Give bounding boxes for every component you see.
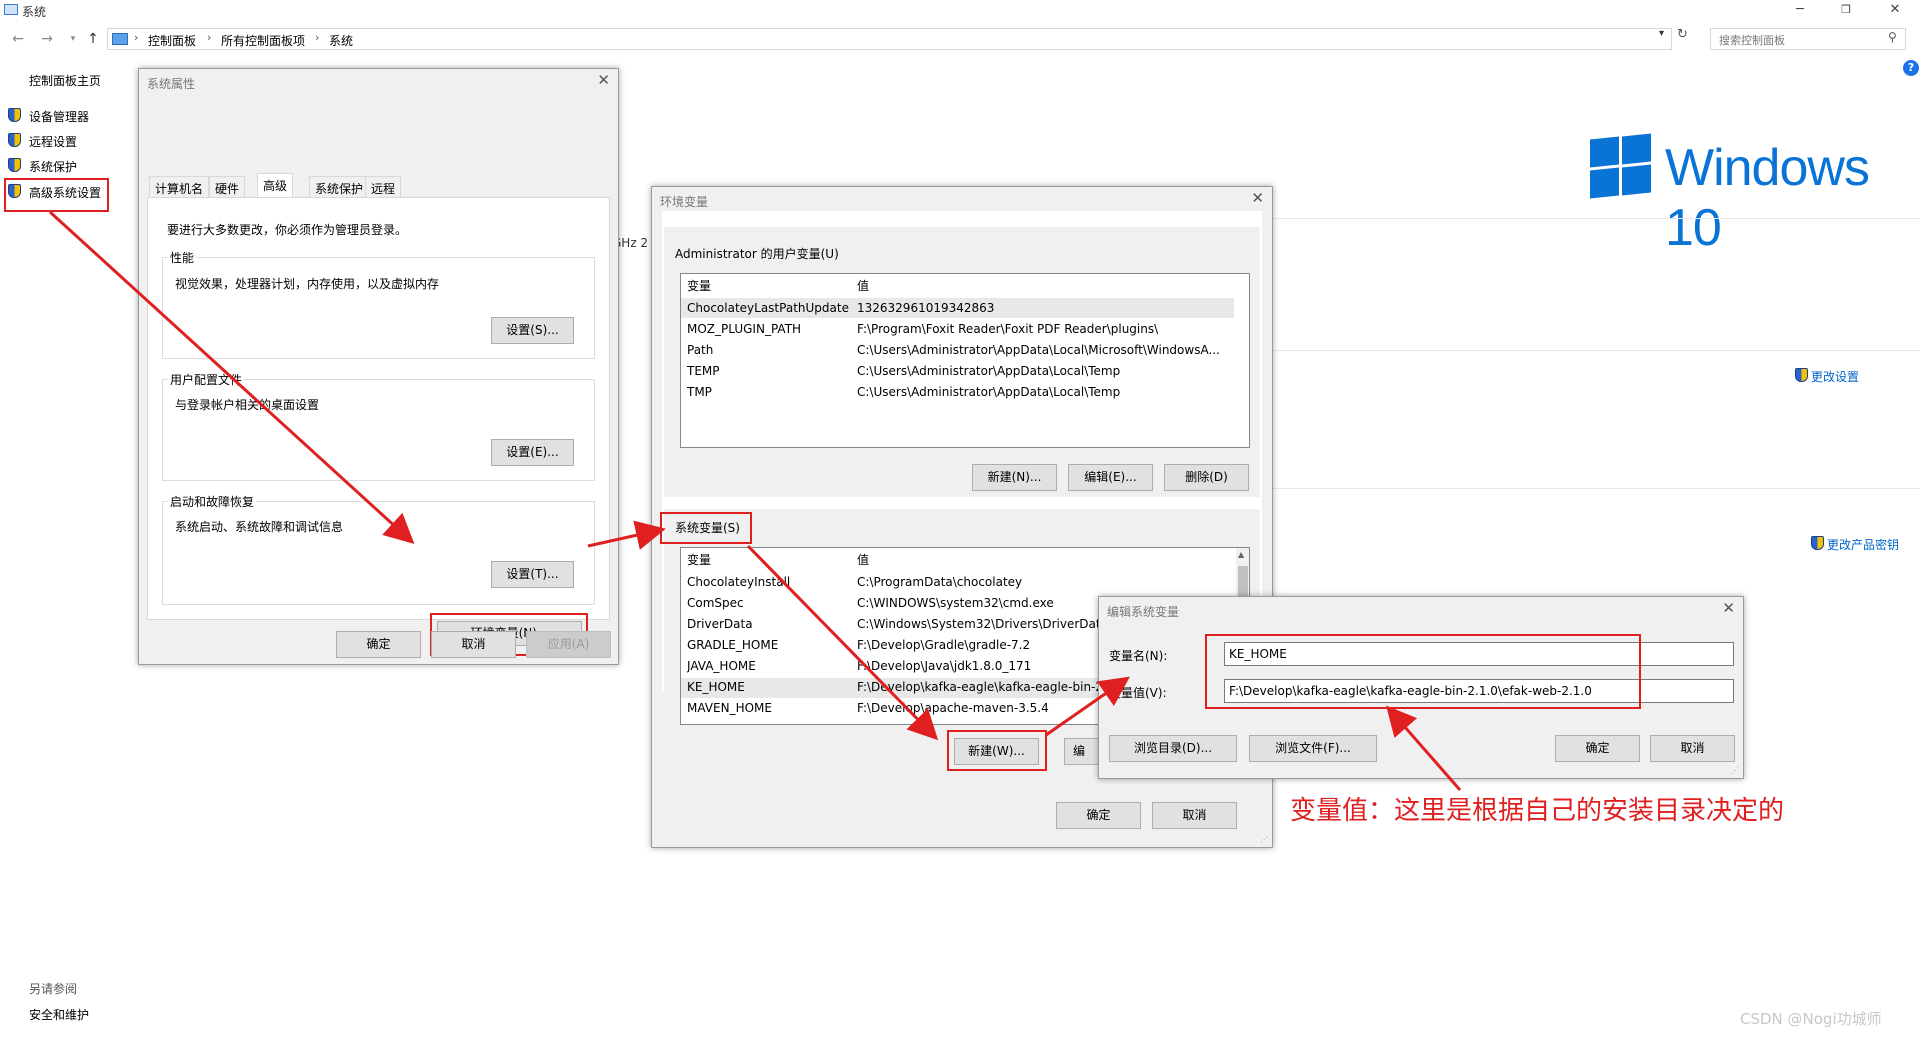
arrow-to-env-button [48,210,415,545]
arrow-to-value-input [1386,705,1462,791]
annotation-note: 变量值：这里是根据自己的安装目录决定的 [1290,796,1785,826]
annotation-arrows [48,210,1462,791]
arrow-to-edit-dialog [1045,676,1130,737]
watermark: CSDN @Nogi功城师 [1740,1010,1882,1028]
arrow-to-new-button [746,544,939,741]
arrow-to-system-vars [587,520,666,550]
